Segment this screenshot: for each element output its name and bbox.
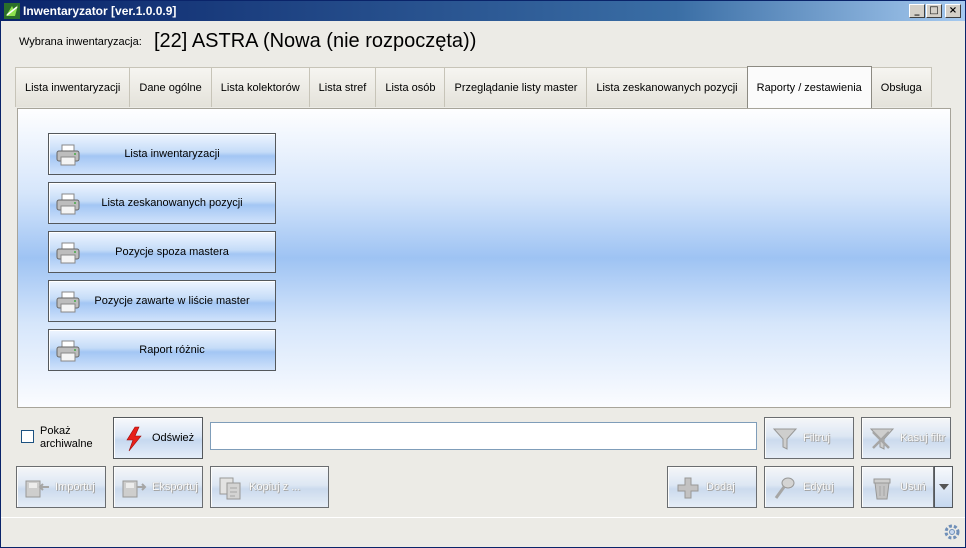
chevron-down-icon <box>938 484 949 490</box>
funnel-icon <box>772 428 798 450</box>
report-button-label: Lista inwentaryzacji <box>124 148 220 160</box>
clear-filter-icon <box>869 428 895 450</box>
report-button-label: Lista zeskanowanych pozycji <box>101 197 243 209</box>
tab-collectors[interactable]: Lista kolektorów <box>210 67 310 107</box>
maximize-button[interactable]: □ <box>926 4 942 18</box>
printer-icon <box>56 340 80 362</box>
gear-icon[interactable] <box>943 523 961 541</box>
printer-icon <box>56 242 80 264</box>
export-icon <box>122 480 147 498</box>
copy-from-label: Kopiuj z ... <box>249 481 301 493</box>
title-bar[interactable]: Inwentaryzator [ver.1.0.0.9] _ □ × <box>1 1 965 21</box>
edit-label: Edytuj <box>803 481 834 493</box>
tab-inventory-list[interactable]: Lista inwentaryzacji <box>15 67 131 107</box>
copy-icon <box>219 477 241 500</box>
edit-button[interactable]: Edytuj <box>764 466 854 508</box>
tab-general-data[interactable]: Dane ogólne <box>129 67 212 107</box>
filter-button[interactable]: Filtruj <box>764 417 854 459</box>
import-button[interactable]: Importuj <box>16 466 106 508</box>
printer-icon <box>56 291 80 313</box>
refresh-button[interactable]: Odśwież <box>113 417 203 459</box>
tab-reports[interactable]: Raporty / zestawienia <box>746 66 872 108</box>
delete-label: Usuń <box>900 481 926 493</box>
selected-inventory-value: [22] ASTRA (Nowa (nie rozpoczęta)) <box>154 30 477 52</box>
report-non-master-items-button[interactable]: Pozycje spoza mastera <box>48 231 276 273</box>
edit-icon <box>774 477 795 499</box>
minimize-button[interactable]: _ <box>909 4 925 18</box>
import-label: Importuj <box>55 481 95 493</box>
clear-filter-button[interactable]: Kasuj filtr <box>861 417 951 459</box>
tab-master-list[interactable]: Przeglądanie listy master <box>444 67 588 107</box>
report-differences-button[interactable]: Raport różnic <box>48 329 276 371</box>
report-scanned-items-button[interactable]: Lista zeskanowanych pozycji <box>48 182 276 224</box>
lightning-icon <box>126 426 142 452</box>
trash-icon <box>873 478 891 500</box>
tab-scanned-items[interactable]: Lista zeskanowanych pozycji <box>586 67 748 107</box>
copy-from-button[interactable]: Kopiuj z ... <box>210 466 329 508</box>
status-bar <box>1 517 965 547</box>
close-button[interactable]: × <box>945 4 961 18</box>
clear-filter-label: Kasuj filtr <box>900 432 946 444</box>
import-icon <box>25 480 49 498</box>
tab-service[interactable]: Obsługa <box>870 67 932 107</box>
app-window: Inwentaryzator [ver.1.0.0.9] _ □ × Wybra… <box>0 0 966 548</box>
tab-zones[interactable]: Lista stref <box>308 67 377 107</box>
report-button-label: Pozycje zawarte w liście master <box>94 295 250 307</box>
report-button-label: Pozycje spoza mastera <box>115 246 229 258</box>
delete-button[interactable]: Usuń <box>861 466 934 508</box>
tab-persons[interactable]: Lista osób <box>375 67 446 107</box>
show-archived-checkbox[interactable] <box>21 430 34 443</box>
filter-input[interactable] <box>210 422 757 450</box>
add-label: Dodaj <box>706 481 735 493</box>
printer-icon <box>56 144 80 166</box>
plus-icon <box>677 477 699 499</box>
export-label: Eksportuj <box>152 481 198 493</box>
app-logo-icon <box>4 3 20 19</box>
export-button[interactable]: Eksportuj <box>113 466 203 508</box>
window-title: Inwentaryzator [ver.1.0.0.9] <box>23 4 177 18</box>
reports-panel: Lista inwentaryzacji Lista zeskanowanych… <box>17 108 951 408</box>
selected-inventory-label: Wybrana inwentaryzacja: <box>19 36 142 48</box>
report-button-label: Raport różnic <box>139 344 205 356</box>
show-archived-label: Pokaż archiwalne <box>40 425 93 450</box>
printer-icon <box>56 193 80 215</box>
tab-strip: Lista inwentaryzacji Dane ogólne Lista k… <box>15 66 932 108</box>
add-button[interactable]: Dodaj <box>667 466 757 508</box>
report-inventory-list-button[interactable]: Lista inwentaryzacji <box>48 133 276 175</box>
delete-dropdown-button[interactable] <box>934 466 953 508</box>
refresh-label: Odśwież <box>152 432 195 444</box>
filter-label: Filtruj <box>803 432 830 444</box>
report-master-items-button[interactable]: Pozycje zawarte w liście master <box>48 280 276 322</box>
